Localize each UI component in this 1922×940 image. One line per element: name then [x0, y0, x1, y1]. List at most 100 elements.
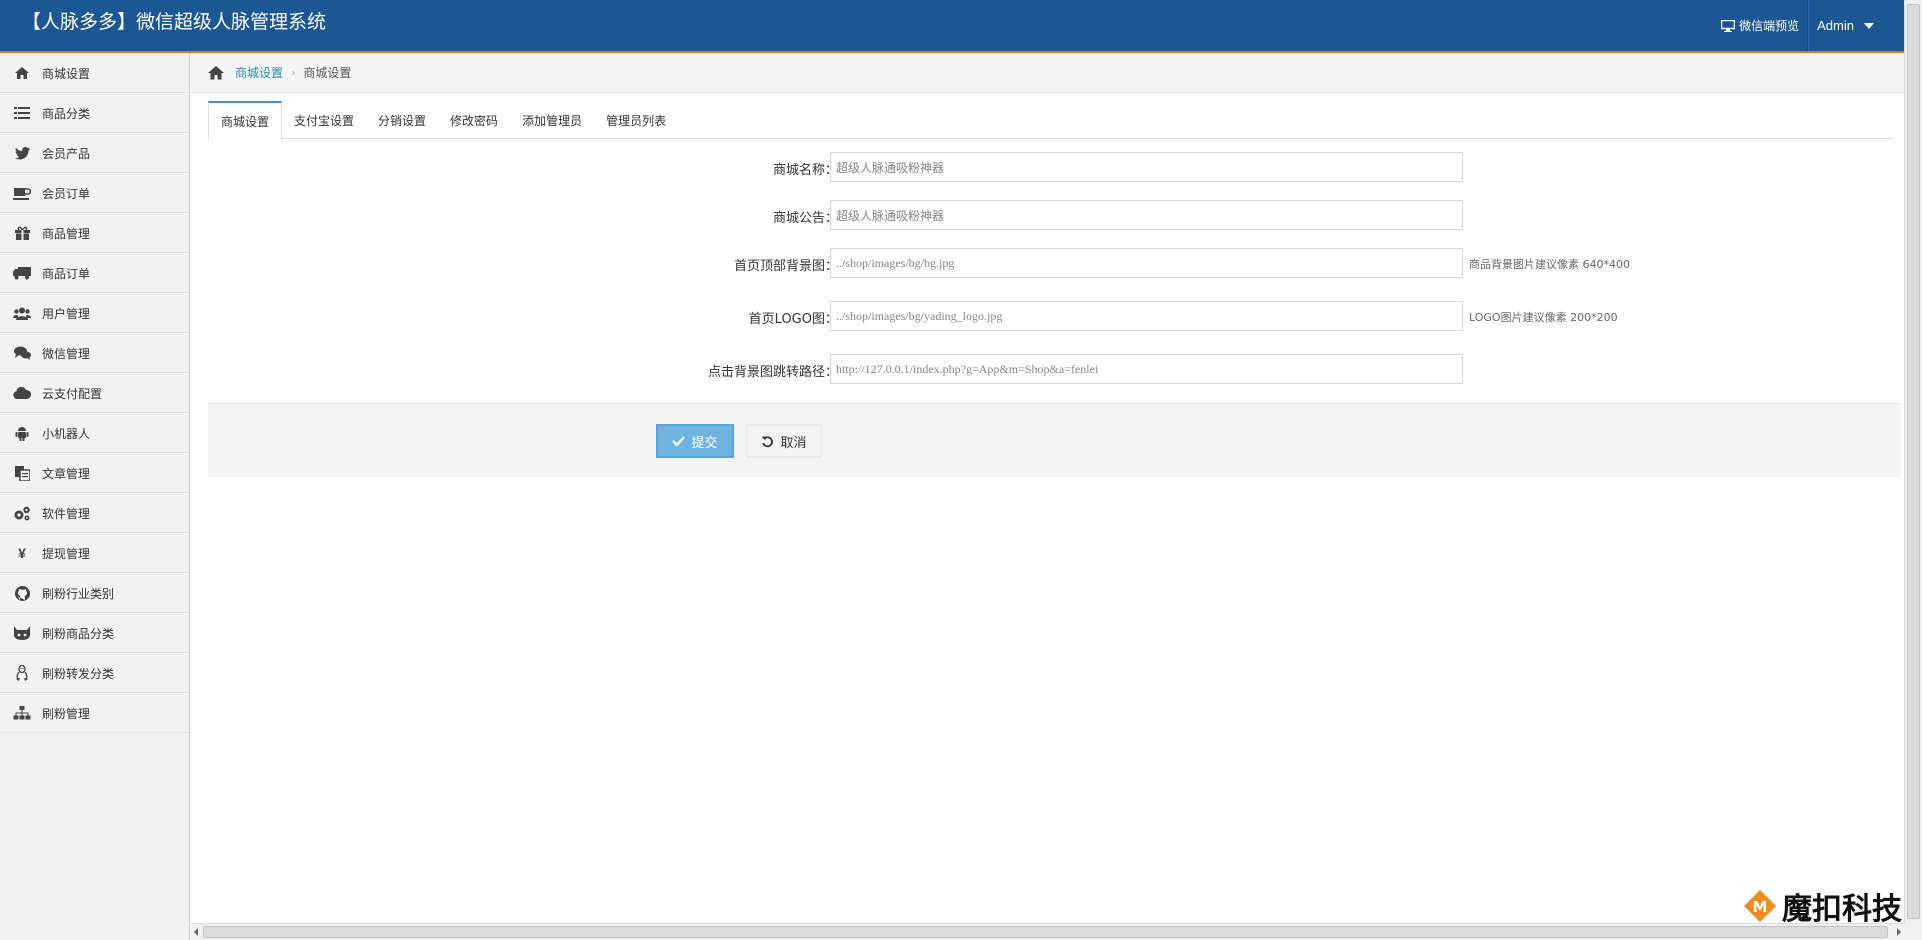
shop-name-input[interactable]: [830, 152, 1463, 182]
sidebar-item-label: 小机器人: [42, 426, 91, 441]
main-content: 商城设置 › 商城设置 商城设置 支付宝设置 分销设置 修改密码 添加管理员 管…: [191, 53, 1904, 923]
tab-alipay-settings[interactable]: 支付宝设置: [282, 101, 366, 139]
form-actions: 提交 取消: [208, 403, 1901, 477]
copy-icon: [12, 465, 32, 481]
logo-input[interactable]: [830, 301, 1463, 331]
submit-button[interactable]: 提交: [656, 424, 734, 458]
sidebar-item-label: 刷粉转发分类: [42, 666, 115, 681]
list-icon: [12, 105, 32, 121]
github-icon: [12, 585, 32, 601]
cancel-button[interactable]: 取消: [746, 424, 822, 458]
sidebar-item-label: 商品管理: [42, 226, 91, 241]
vertical-scrollbar-thumb[interactable]: [1907, 4, 1920, 919]
admin-label: Admin: [1817, 18, 1854, 33]
sidebar-item-label: 商品订单: [42, 266, 91, 281]
sidebar-item-robot[interactable]: 小机器人: [0, 413, 189, 453]
sidebar-item-member-products[interactable]: 会员产品: [0, 133, 189, 173]
sidebar-item-label: 商品分类: [42, 106, 91, 121]
sidebar-item-label: 商城设置: [42, 66, 91, 81]
shop-notice-input[interactable]: [830, 200, 1463, 230]
sidebar-item-wechat[interactable]: 微信管理: [0, 333, 189, 373]
shop-name-label: 商城名称：: [772, 163, 838, 178]
cogs-icon: [12, 505, 32, 521]
sidebar-item-product-orders[interactable]: 商品订单: [0, 253, 189, 293]
header-bg-input[interactable]: [830, 248, 1463, 278]
wechat-preview-link[interactable]: 微信端预览: [1709, 0, 1809, 51]
scroll-left-arrow-icon[interactable]: [194, 928, 198, 936]
breadcrumb: 商城设置 › 商城设置: [191, 53, 1904, 93]
watermark-text: 魔扣科技: [1782, 892, 1902, 927]
tab-add-admin[interactable]: 添加管理员: [510, 101, 594, 139]
breadcrumb-link[interactable]: 商城设置: [235, 64, 283, 81]
sidebar-item-label: 软件管理: [42, 506, 91, 521]
bg-link-input[interactable]: [830, 354, 1463, 384]
sidebar-item-fan-forward[interactable]: 刷粉转发分类: [0, 653, 189, 693]
sidebar-item-fan-industries[interactable]: 刷粉行业类别: [0, 573, 189, 613]
sidebar-item-label: 会员订单: [42, 186, 91, 201]
scrollbar-corner: [1904, 923, 1922, 940]
header-bg-help: 商品背景图片建议像素 640*400: [1469, 258, 1630, 271]
sidebar-item-shop-settings[interactable]: 商城设置: [0, 53, 189, 93]
sidebar-item-categories[interactable]: 商品分类: [0, 93, 189, 133]
breadcrumb-separator: ›: [291, 66, 296, 79]
form-row-logo: 首页LOGO图： LOGO图片建议像素 200*200: [208, 301, 1618, 331]
sidebar-item-software[interactable]: 软件管理: [0, 493, 189, 533]
sidebar-item-fan-categories[interactable]: 刷粉商品分类: [0, 613, 189, 653]
users-icon: [12, 305, 32, 321]
navbar-right: 微信端预览 Admin: [1709, 0, 1904, 51]
form-row-bg-link: 点击背景图跳转路径：: [208, 354, 1608, 384]
sidebar-item-label: 云支付配置: [42, 386, 103, 401]
sidebar-item-member-orders[interactable]: 会员订单: [0, 173, 189, 213]
watermark: M 魔扣科技: [1744, 884, 1902, 928]
coffee-icon: [12, 185, 32, 201]
admin-menu[interactable]: Admin: [1808, 0, 1904, 51]
horizontal-scrollbar[interactable]: [191, 923, 1904, 940]
home-icon[interactable]: [207, 65, 225, 80]
header-bg-label: 首页顶部背景图：: [733, 259, 838, 274]
submit-label: 提交: [691, 435, 718, 451]
scroll-right-arrow-icon[interactable]: [1897, 928, 1901, 936]
undo-icon: [761, 435, 774, 447]
sidebar-item-withdrawals[interactable]: ¥ 提现管理: [0, 533, 189, 573]
tab-change-password[interactable]: 修改密码: [438, 101, 510, 139]
gitlab-icon: [12, 625, 32, 641]
tab-distribution-settings[interactable]: 分销设置: [366, 101, 438, 139]
form-row-shop-name: 商城名称：: [208, 152, 1608, 182]
sidebar-item-users[interactable]: 用户管理: [0, 293, 189, 333]
truck-icon: [12, 265, 32, 281]
twitter-icon: [12, 145, 32, 161]
sidebar-item-label: 刷粉商品分类: [42, 626, 115, 641]
sidebar-item-label: 刷粉行业类别: [42, 586, 115, 601]
sidebar-item-label: 提现管理: [42, 546, 91, 561]
sidebar-item-products[interactable]: 商品管理: [0, 213, 189, 253]
wechat-preview-label: 微信端预览: [1739, 19, 1800, 33]
tab-admin-list[interactable]: 管理员列表: [594, 101, 678, 139]
caret-down-icon: [1864, 22, 1874, 29]
tab-shop-settings[interactable]: 商城设置: [208, 101, 283, 140]
cloud-icon: [12, 385, 32, 401]
comments-icon: [12, 345, 32, 361]
shop-notice-label: 商城公告：: [772, 211, 838, 226]
sidebar-item-fan-management[interactable]: 刷粉管理: [0, 693, 189, 733]
check-icon: [672, 436, 686, 446]
form-row-header-bg: 首页顶部背景图： 商品背景图片建议像素 640*400: [208, 248, 1630, 278]
sidebar: 商城设置 商品分类 会员产品 会员订单 商品管理 商品订单 用户管理 微信管理 …: [0, 53, 190, 940]
vertical-scrollbar[interactable]: [1904, 0, 1922, 923]
horizontal-scrollbar-thumb[interactable]: [203, 926, 1888, 938]
logo-label: 首页LOGO图：: [748, 312, 838, 327]
top-navbar: 【人脉多多】微信超级人脉管理系统 微信端预览 Admin: [0, 0, 1904, 53]
sidebar-item-articles[interactable]: 文章管理: [0, 453, 189, 493]
desktop-icon: [1721, 19, 1736, 32]
watermark-logo-letter: M: [1753, 898, 1768, 916]
home-icon: [12, 65, 32, 81]
sidebar-item-label: 微信管理: [42, 346, 91, 361]
sidebar-item-label: 用户管理: [42, 306, 91, 321]
watermark-logo-icon: M: [1744, 890, 1776, 922]
settings-tabs: 商城设置 支付宝设置 分销设置 修改密码 添加管理员 管理员列表: [208, 101, 1893, 140]
bg-link-label: 点击背景图跳转路径：: [707, 365, 838, 380]
android-icon: [12, 425, 32, 441]
sidebar-item-label: 刷粉管理: [42, 706, 91, 721]
linux-icon: [12, 665, 32, 681]
sidebar-item-cloud-pay[interactable]: 云支付配置: [0, 373, 189, 413]
sidebar-item-label: 会员产品: [42, 146, 91, 161]
